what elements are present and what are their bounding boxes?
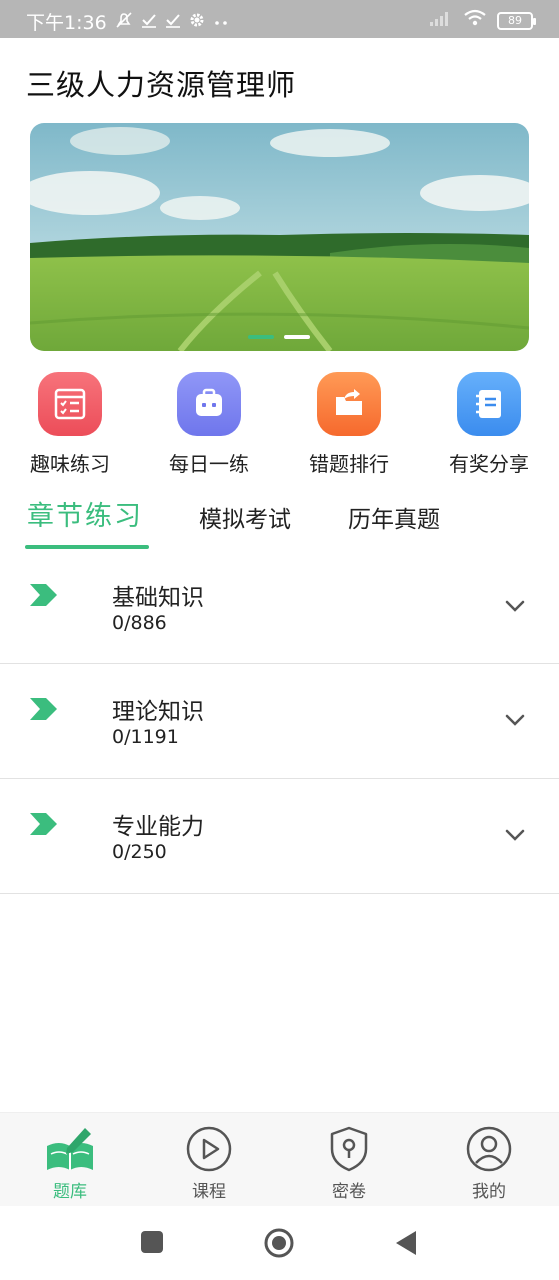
banner-dot[interactable] bbox=[284, 335, 310, 339]
nav-label: 课程 bbox=[192, 1182, 226, 1202]
chevron-tag-icon bbox=[30, 813, 58, 839]
notebook-icon bbox=[457, 372, 521, 436]
chevron-down-icon[interactable] bbox=[505, 597, 525, 616]
mute-icon bbox=[115, 11, 133, 33]
nav-label: 题库 bbox=[53, 1182, 87, 1202]
tab-bar: 章节练习 模拟考试 历年真题 bbox=[0, 490, 559, 550]
chapter-name: 专业能力 bbox=[112, 814, 204, 840]
chapter-name: 理论知识 bbox=[112, 699, 204, 725]
banner-carousel[interactable] bbox=[30, 123, 529, 351]
user-circle-icon bbox=[449, 1123, 529, 1175]
status-right: 89 bbox=[429, 9, 536, 32]
shield-lock-icon bbox=[309, 1123, 389, 1175]
quick-entry-label: 错题排行 bbox=[309, 452, 389, 476]
quick-entry-reward-share[interactable]: 有奖分享 bbox=[429, 372, 549, 477]
chapter-progress: 0/1191 bbox=[112, 726, 179, 748]
chapter-progress: 0/886 bbox=[112, 612, 167, 634]
nav-label: 密卷 bbox=[332, 1182, 366, 1202]
check-icon bbox=[141, 12, 157, 32]
banner-indicator bbox=[248, 335, 310, 339]
banner-dot[interactable] bbox=[248, 335, 274, 339]
recent-apps-button[interactable] bbox=[140, 1230, 164, 1258]
tab-indicator bbox=[25, 545, 149, 549]
wifi-icon bbox=[463, 9, 487, 32]
chapter-item[interactable]: 基础知识 0/886 bbox=[0, 550, 559, 664]
nav-item-secret-papers[interactable]: 密卷 bbox=[309, 1123, 389, 1202]
tab-chapter-practice[interactable]: 章节练习 bbox=[27, 494, 143, 533]
back-button[interactable] bbox=[394, 1230, 418, 1260]
calendar-box-icon bbox=[177, 372, 241, 436]
quick-entry-label: 有奖分享 bbox=[449, 452, 529, 476]
quick-entry-fun-practice[interactable]: 趣味练习 bbox=[10, 372, 130, 477]
gear-icon bbox=[189, 12, 205, 32]
quick-entry-daily-practice[interactable]: 每日一练 bbox=[149, 372, 269, 477]
nav-label: 我的 bbox=[472, 1182, 506, 1202]
chevron-tag-icon bbox=[30, 584, 58, 610]
status-bar: 下午1:36 89 bbox=[0, 0, 559, 38]
folder-arrow-icon bbox=[317, 372, 381, 436]
nav-item-question-bank[interactable]: 题库 bbox=[30, 1123, 110, 1202]
tab-mock-exam[interactable]: 模拟考试 bbox=[199, 500, 291, 534]
chapter-list: 基础知识 0/886 理论知识 0/1191 专业能力 0/250 bbox=[0, 550, 559, 894]
status-time: 下午1:36 bbox=[26, 12, 107, 34]
chapter-item[interactable]: 专业能力 0/250 bbox=[0, 779, 559, 894]
chevron-down-icon[interactable] bbox=[505, 826, 525, 845]
signal-icon bbox=[429, 9, 453, 32]
home-button[interactable] bbox=[264, 1228, 294, 1262]
checklist-icon bbox=[38, 372, 102, 436]
quick-entries: 趣味练习 每日一练 错题排行 有奖分享 bbox=[0, 372, 559, 482]
chevron-tag-icon bbox=[30, 698, 58, 724]
book-pen-icon bbox=[30, 1123, 110, 1175]
status-left: 下午1:36 bbox=[26, 8, 229, 35]
play-circle-icon bbox=[169, 1123, 249, 1175]
tab-past-papers[interactable]: 历年真题 bbox=[348, 500, 440, 534]
chapter-progress: 0/250 bbox=[112, 841, 167, 863]
system-nav-bar bbox=[0, 1206, 559, 1280]
chevron-down-icon[interactable] bbox=[505, 711, 525, 730]
quick-entry-label: 趣味练习 bbox=[30, 452, 110, 476]
more-dots-icon bbox=[213, 12, 229, 31]
banner-image bbox=[30, 123, 529, 351]
nav-item-courses[interactable]: 课程 bbox=[169, 1123, 249, 1202]
quick-entry-label: 每日一练 bbox=[169, 452, 249, 476]
chapter-item[interactable]: 理论知识 0/1191 bbox=[0, 664, 559, 779]
bottom-nav: 题库 课程 密卷 我的 bbox=[0, 1112, 559, 1206]
quick-entry-error-ranking[interactable]: 错题排行 bbox=[289, 372, 409, 477]
page-title: 三级人力资源管理师 bbox=[26, 68, 297, 102]
battery-icon: 89 bbox=[497, 11, 536, 30]
check-icon bbox=[165, 12, 181, 32]
chapter-name: 基础知识 bbox=[112, 585, 204, 611]
nav-item-profile[interactable]: 我的 bbox=[449, 1123, 529, 1202]
